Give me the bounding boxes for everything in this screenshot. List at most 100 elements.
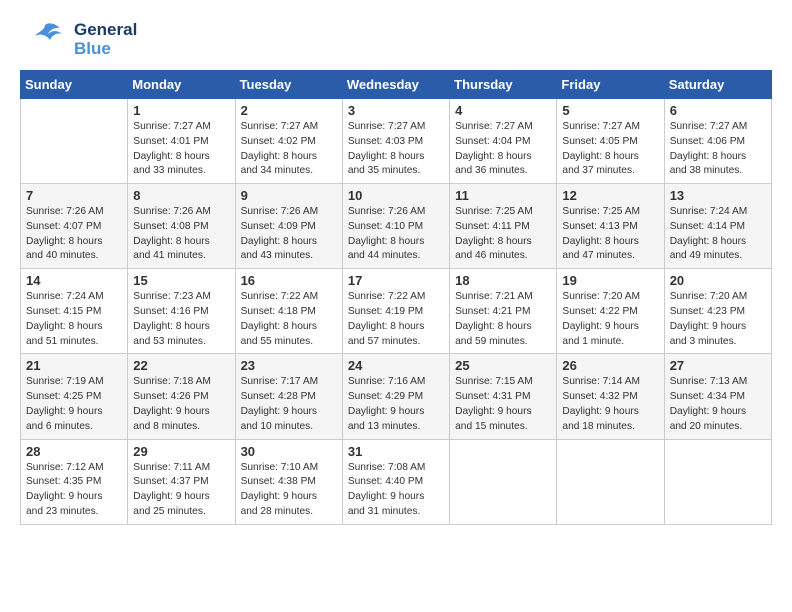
day-number: 27 <box>670 358 766 373</box>
day-info: Sunrise: 7:18 AMSunset: 4:26 PMDaylight:… <box>133 375 229 434</box>
day-info: Sunrise: 7:20 AMSunset: 4:22 PMDaylight:… <box>562 290 658 349</box>
day-number: 16 <box>241 273 337 288</box>
day-info: Sunrise: 7:13 AMSunset: 4:34 PMDaylight:… <box>670 375 766 434</box>
calendar-cell: 1 Sunrise: 7:27 AMSunset: 4:01 PMDaylight… <box>128 99 235 184</box>
logo-general: General <box>74 21 137 40</box>
logo-blue: Blue <box>74 40 137 59</box>
week-row-1: 1 Sunrise: 7:27 AMSunset: 4:01 PMDaylight… <box>21 99 772 184</box>
day-number: 19 <box>562 273 658 288</box>
day-number: 1 <box>133 103 229 118</box>
logo-bird-icon <box>20 20 70 60</box>
calendar-cell: 31 Sunrise: 7:08 AMSunset: 4:40 PMDayligh… <box>342 439 449 524</box>
calendar-table: SundayMondayTuesdayWednesdayThursdayFrid… <box>20 70 772 525</box>
calendar-cell: 22 Sunrise: 7:18 AMSunset: 4:26 PMDayligh… <box>128 354 235 439</box>
day-info: Sunrise: 7:17 AMSunset: 4:28 PMDaylight:… <box>241 375 337 434</box>
day-number: 22 <box>133 358 229 373</box>
calendar-cell: 4 Sunrise: 7:27 AMSunset: 4:04 PMDaylight… <box>450 99 557 184</box>
day-header-wednesday: Wednesday <box>342 71 449 99</box>
day-number: 13 <box>670 188 766 203</box>
calendar-cell: 11 Sunrise: 7:25 AMSunset: 4:11 PMDayligh… <box>450 184 557 269</box>
calendar-cell: 8 Sunrise: 7:26 AMSunset: 4:08 PMDaylight… <box>128 184 235 269</box>
day-info: Sunrise: 7:26 AMSunset: 4:07 PMDaylight:… <box>26 205 122 264</box>
day-number: 14 <box>26 273 122 288</box>
calendar-cell: 10Sunrise: 7:26 AMSunset: 4:10 PMDayligh… <box>342 184 449 269</box>
day-info: Sunrise: 7:15 AMSunset: 4:31 PMDaylight:… <box>455 375 551 434</box>
day-info: Sunrise: 7:08 AMSunset: 4:40 PMDaylight:… <box>348 461 444 520</box>
week-row-4: 21 Sunrise: 7:19 AMSunset: 4:25 PMDayligh… <box>21 354 772 439</box>
logo: General Blue <box>20 20 137 60</box>
day-info: Sunrise: 7:26 AMSunset: 4:08 PMDaylight:… <box>133 205 229 264</box>
calendar-cell: 13 Sunrise: 7:24 AMSunset: 4:14 PMDayligh… <box>664 184 771 269</box>
day-number: 21 <box>26 358 122 373</box>
day-header-sunday: Sunday <box>21 71 128 99</box>
day-info: Sunrise: 7:24 AMSunset: 4:15 PMDaylight:… <box>26 290 122 349</box>
day-number: 18 <box>455 273 551 288</box>
day-header-friday: Friday <box>557 71 664 99</box>
calendar-cell: 26 Sunrise: 7:14 AMSunset: 4:32 PMDayligh… <box>557 354 664 439</box>
day-number: 25 <box>455 358 551 373</box>
day-number: 4 <box>455 103 551 118</box>
calendar-cell: 20 Sunrise: 7:20 AMSunset: 4:23 PMDayligh… <box>664 269 771 354</box>
day-info: Sunrise: 7:26 AMSunset: 4:09 PMDaylight:… <box>241 205 337 264</box>
calendar-cell: 9 Sunrise: 7:26 AMSunset: 4:09 PMDaylight… <box>235 184 342 269</box>
day-info: Sunrise: 7:25 AMSunset: 4:11 PMDaylight:… <box>455 205 551 264</box>
page-header: General Blue <box>20 20 772 60</box>
day-number: 5 <box>562 103 658 118</box>
calendar-cell: 2 Sunrise: 7:27 AMSunset: 4:02 PMDaylight… <box>235 99 342 184</box>
day-header-monday: Monday <box>128 71 235 99</box>
calendar-cell <box>21 99 128 184</box>
calendar-cell: 29 Sunrise: 7:11 AMSunset: 4:37 PMDayligh… <box>128 439 235 524</box>
day-number: 6 <box>670 103 766 118</box>
day-info: Sunrise: 7:25 AMSunset: 4:13 PMDaylight:… <box>562 205 658 264</box>
calendar-cell <box>557 439 664 524</box>
calendar-cell: 7 Sunrise: 7:26 AMSunset: 4:07 PMDaylight… <box>21 184 128 269</box>
calendar-cell: 24 Sunrise: 7:16 AMSunset: 4:29 PMDayligh… <box>342 354 449 439</box>
day-info: Sunrise: 7:27 AMSunset: 4:02 PMDaylight:… <box>241 120 337 179</box>
day-number: 2 <box>241 103 337 118</box>
day-number: 8 <box>133 188 229 203</box>
day-info: Sunrise: 7:27 AMSunset: 4:03 PMDaylight:… <box>348 120 444 179</box>
day-info: Sunrise: 7:24 AMSunset: 4:14 PMDaylight:… <box>670 205 766 264</box>
day-number: 11 <box>455 188 551 203</box>
week-row-5: 28Sunrise: 7:12 AMSunset: 4:35 PMDayligh… <box>21 439 772 524</box>
day-info: Sunrise: 7:20 AMSunset: 4:23 PMDaylight:… <box>670 290 766 349</box>
day-info: Sunrise: 7:22 AMSunset: 4:19 PMDaylight:… <box>348 290 444 349</box>
day-info: Sunrise: 7:27 AMSunset: 4:01 PMDaylight:… <box>133 120 229 179</box>
day-number: 3 <box>348 103 444 118</box>
calendar-cell: 18 Sunrise: 7:21 AMSunset: 4:21 PMDayligh… <box>450 269 557 354</box>
day-info: Sunrise: 7:27 AMSunset: 4:04 PMDaylight:… <box>455 120 551 179</box>
day-header-saturday: Saturday <box>664 71 771 99</box>
calendar-cell <box>450 439 557 524</box>
day-info: Sunrise: 7:27 AMSunset: 4:06 PMDaylight:… <box>670 120 766 179</box>
day-info: Sunrise: 7:22 AMSunset: 4:18 PMDaylight:… <box>241 290 337 349</box>
calendar-cell: 12 Sunrise: 7:25 AMSunset: 4:13 PMDayligh… <box>557 184 664 269</box>
week-row-2: 7 Sunrise: 7:26 AMSunset: 4:07 PMDaylight… <box>21 184 772 269</box>
day-info: Sunrise: 7:21 AMSunset: 4:21 PMDaylight:… <box>455 290 551 349</box>
calendar-cell: 3 Sunrise: 7:27 AMSunset: 4:03 PMDaylight… <box>342 99 449 184</box>
day-number: 7 <box>26 188 122 203</box>
calendar-cell: 6 Sunrise: 7:27 AMSunset: 4:06 PMDaylight… <box>664 99 771 184</box>
day-header-thursday: Thursday <box>450 71 557 99</box>
day-number: 9 <box>241 188 337 203</box>
day-info: Sunrise: 7:19 AMSunset: 4:25 PMDaylight:… <box>26 375 122 434</box>
day-number: 24 <box>348 358 444 373</box>
day-number: 29 <box>133 444 229 459</box>
calendar-cell: 15Sunrise: 7:23 AMSunset: 4:16 PMDayligh… <box>128 269 235 354</box>
calendar-cell: 19 Sunrise: 7:20 AMSunset: 4:22 PMDayligh… <box>557 269 664 354</box>
day-number: 31 <box>348 444 444 459</box>
day-number: 10 <box>348 188 444 203</box>
day-number: 23 <box>241 358 337 373</box>
day-number: 26 <box>562 358 658 373</box>
calendar-cell: 14 Sunrise: 7:24 AMSunset: 4:15 PMDayligh… <box>21 269 128 354</box>
day-info: Sunrise: 7:16 AMSunset: 4:29 PMDaylight:… <box>348 375 444 434</box>
day-info: Sunrise: 7:11 AMSunset: 4:37 PMDaylight:… <box>133 461 229 520</box>
calendar-cell: 30Sunrise: 7:10 AMSunset: 4:38 PMDayligh… <box>235 439 342 524</box>
calendar-cell: 17Sunrise: 7:22 AMSunset: 4:19 PMDayligh… <box>342 269 449 354</box>
calendar-cell: 5Sunrise: 7:27 AMSunset: 4:05 PMDaylight… <box>557 99 664 184</box>
day-info: Sunrise: 7:14 AMSunset: 4:32 PMDaylight:… <box>562 375 658 434</box>
day-number: 20 <box>670 273 766 288</box>
calendar-cell: 23 Sunrise: 7:17 AMSunset: 4:28 PMDayligh… <box>235 354 342 439</box>
day-number: 12 <box>562 188 658 203</box>
calendar-cell: 21 Sunrise: 7:19 AMSunset: 4:25 PMDayligh… <box>21 354 128 439</box>
day-header-tuesday: Tuesday <box>235 71 342 99</box>
